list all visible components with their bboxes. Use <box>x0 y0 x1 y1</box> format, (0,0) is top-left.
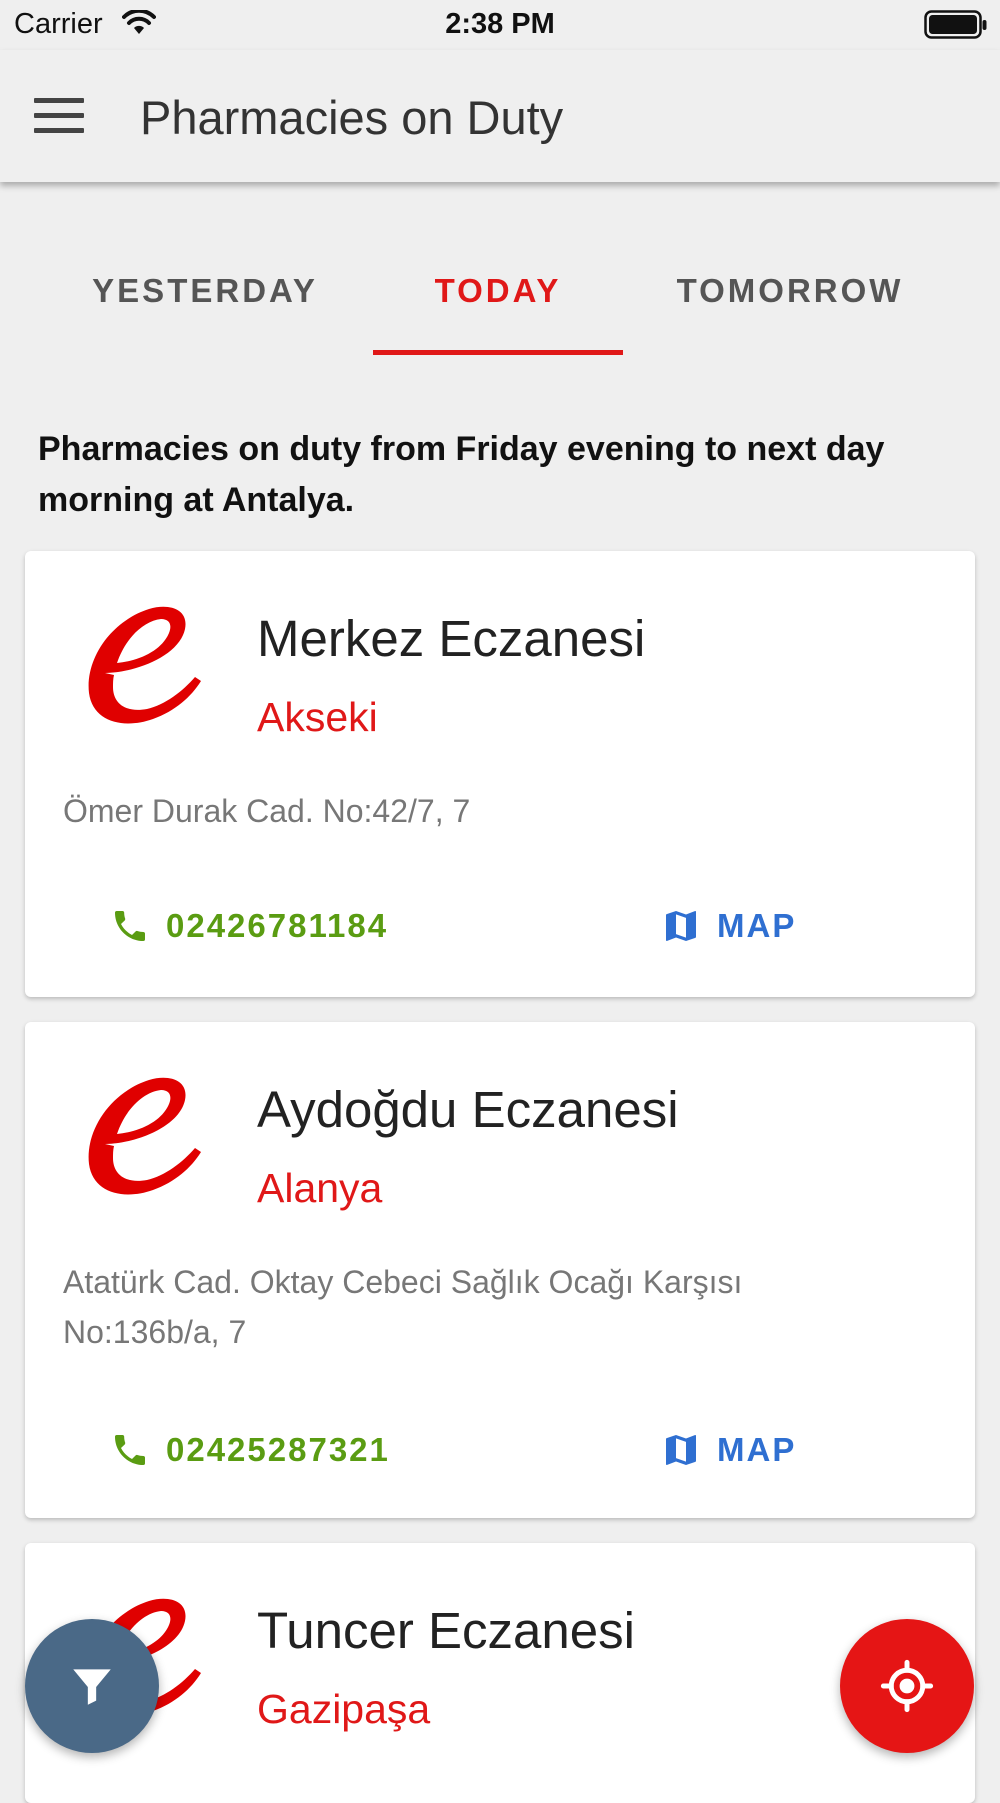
map-label: MAP <box>717 1431 797 1468</box>
phone-number: 02425287321 <box>166 1431 390 1468</box>
pharmacy-name: Merkez Eczanesi <box>257 610 646 667</box>
pharmacy-card[interactable]: Tuncer Eczanesi Gazipaşa <box>25 1543 975 1803</box>
clock: 2:38 PM <box>445 8 555 40</box>
pharmacy-card[interactable]: Merkez Eczanesi Akseki Ömer Durak Cad. N… <box>25 551 975 997</box>
pharmacy-district: Alanya <box>257 1165 383 1211</box>
my-location-button[interactable] <box>840 1619 974 1753</box>
filter-icon <box>73 1669 111 1705</box>
pharmacy-card[interactable]: Aydoğdu Eczanesi Alanya Atatürk Cad. Okt… <box>25 1022 975 1518</box>
intro-text: Pharmacies on duty from Friday evening t… <box>38 430 885 519</box>
app-bar: Pharmacies on Duty <box>0 50 1000 182</box>
filter-button[interactable] <box>25 1619 159 1753</box>
call-button[interactable]: 02425287321 <box>110 1430 390 1470</box>
pharmacy-name: Aydoğdu Eczanesi <box>257 1081 679 1138</box>
tab-today[interactable]: TODAY <box>373 272 623 310</box>
tab-indicator <box>373 350 623 355</box>
pharmacy-address: Ömer Durak Cad. No:42/7, 7 <box>63 793 471 829</box>
pharmacy-district: Akseki <box>257 694 378 740</box>
status-bar: Carrier 2:38 PM <box>0 0 1000 50</box>
phone-icon <box>115 1435 145 1465</box>
pharmacy-name: Tuncer Eczanesi <box>257 1602 635 1659</box>
phone-icon <box>115 911 145 941</box>
map-label: MAP <box>717 907 797 944</box>
hamburger-menu-icon[interactable] <box>34 98 84 138</box>
phone-number: 02426781184 <box>166 907 389 944</box>
battery-icon <box>924 10 987 39</box>
map-button[interactable]: MAP <box>661 1430 796 1470</box>
day-tabs: YESTERDAY TODAY TOMORROW <box>0 235 1000 355</box>
tab-tomorrow[interactable]: TOMORROW <box>640 272 940 310</box>
map-button[interactable]: MAP <box>661 906 796 946</box>
pharmacy-e-logo-icon <box>88 606 201 724</box>
pharmacy-e-logo-icon <box>88 1077 201 1195</box>
map-icon <box>666 1435 696 1465</box>
pharmacy-district: Gazipaşa <box>257 1686 431 1732</box>
page-title: Pharmacies on Duty <box>140 91 564 144</box>
tab-yesterday[interactable]: YESTERDAY <box>40 272 370 310</box>
call-button[interactable]: 02426781184 <box>110 906 388 946</box>
pharmacy-address: Atatürk Cad. Oktay Cebeci Sağlık Ocağı K… <box>63 1264 743 1350</box>
my-location-icon <box>880 1659 934 1713</box>
map-icon <box>666 911 696 941</box>
